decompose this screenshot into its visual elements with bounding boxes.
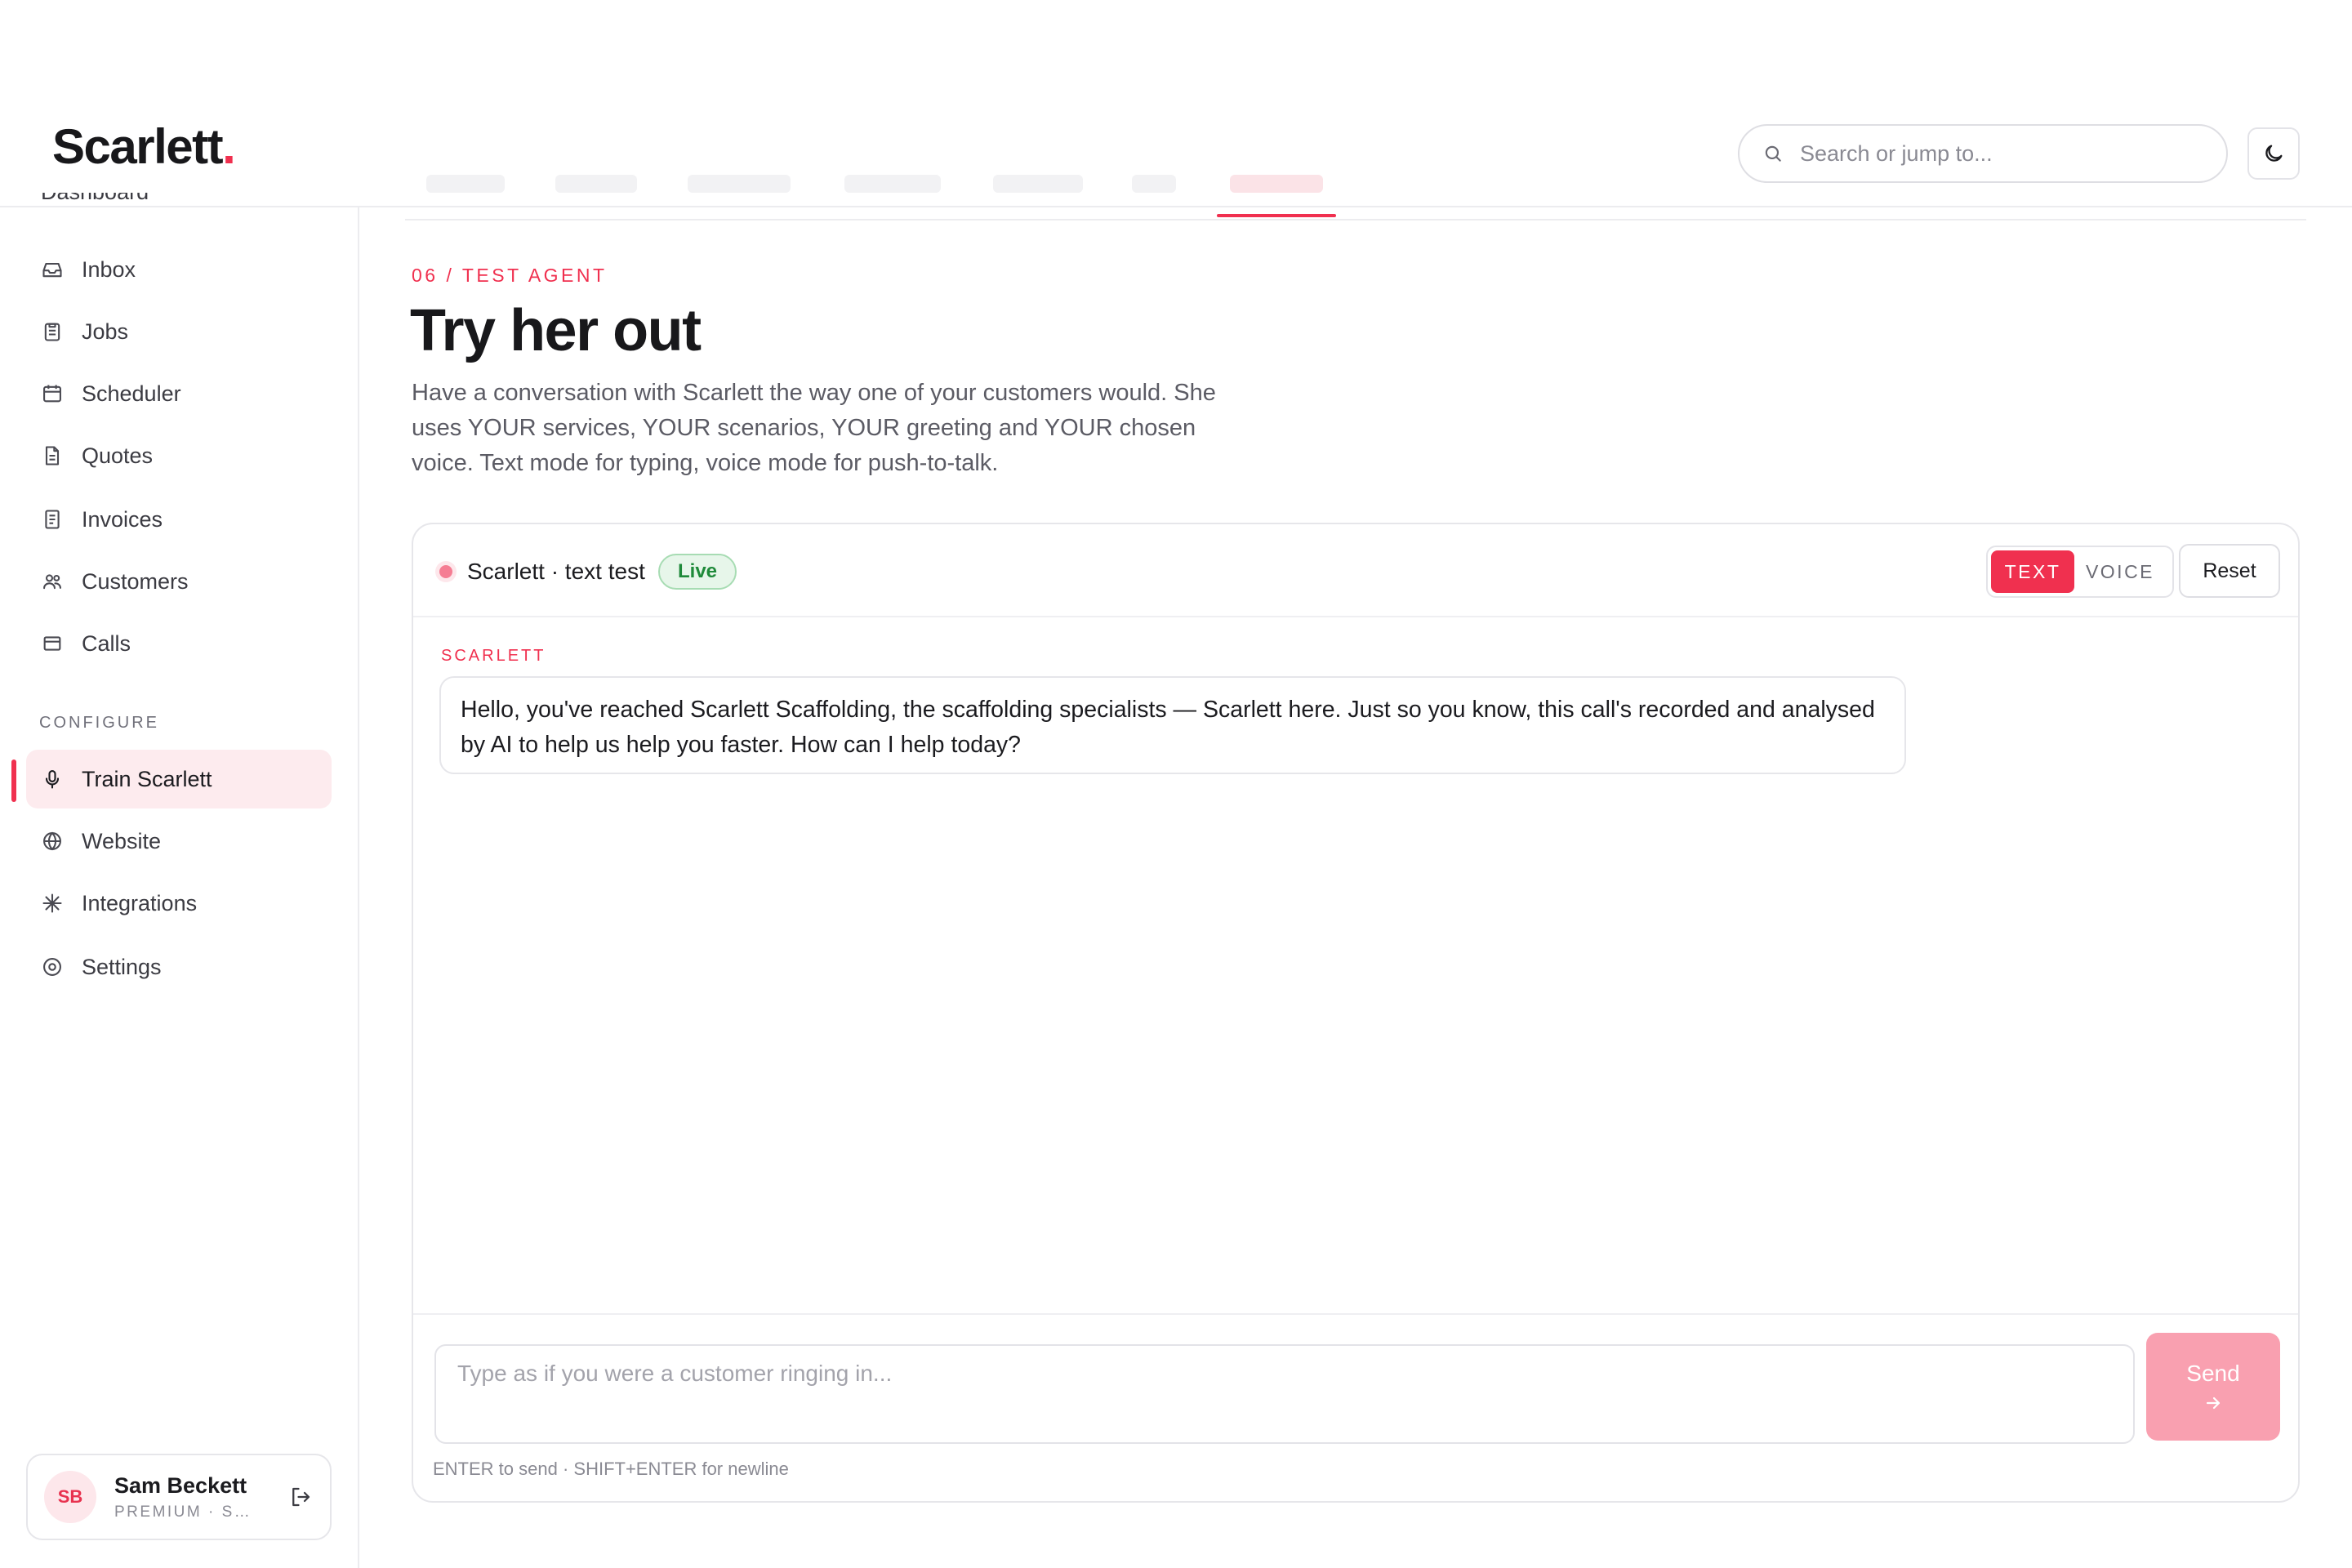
globe-icon [43,831,61,851]
sidebar-item-website[interactable]: Website [26,812,332,871]
sidebar-item-calls[interactable]: Calls [26,614,332,673]
sidebar-item-inbox[interactable]: Inbox [26,240,332,299]
message-input[interactable] [434,1344,2135,1444]
avatar: SB [44,1471,96,1523]
sidebar-item-quotes[interactable]: Quotes [26,426,332,485]
card-icon [43,636,61,651]
sidebar-item-label: Scheduler [82,381,181,406]
clipboard-icon [44,323,60,341]
sidebar-item-scheduler[interactable]: Scheduler [26,364,332,423]
logout-icon [292,1487,310,1507]
search-input[interactable] [1800,140,2192,167]
tab-ghost[interactable] [688,175,791,193]
microphone-icon [45,770,60,789]
status-badge: Live [658,554,737,590]
sidebar-item-customers[interactable]: Customers [26,552,332,611]
message-sender-label: SCARLETT [441,647,546,665]
logout-button[interactable] [284,1481,317,1513]
sidebar-item-label: Settings [82,954,162,979]
tab-active-indicator [1217,214,1336,217]
sidebar-item-label: Jobs [82,318,129,344]
tab-ghost[interactable] [1132,175,1176,193]
user-info: Sam Beckett PREMIUM · S... [114,1473,261,1521]
sidebar-item-label: Integrations [82,890,198,915]
page-description: Have a conversation with Scarlett the wa… [412,380,1216,476]
section-tabs [405,163,2306,220]
session-title: Scarlett · text test [467,559,645,584]
brand-logo[interactable]: Scarlett. [52,119,236,174]
sidebar-item-label: Invoices [82,506,163,532]
sidebar-item-label: Quotes [82,443,154,468]
sidebar-item-label: Customers [82,568,189,594]
test-chat-panel: Scarlett · text test Live TEXT VOICE Res… [412,523,2300,1503]
mode-toggle: TEXT VOICE [1986,546,2174,598]
sidebar-item-settings[interactable]: Settings [26,938,332,996]
users-icon [43,574,61,590]
send-button[interactable]: Send [2146,1333,2280,1441]
status-dot-icon [439,565,452,578]
reset-button[interactable]: Reset [2179,544,2280,598]
sidebar-item-train-scarlett[interactable]: Train Scarlett [26,750,332,808]
send-button-label: Send [2186,1361,2240,1386]
tab-ghost[interactable] [426,175,505,193]
sidebar-item-invoices[interactable]: Invoices [26,490,332,549]
tab-test-agent[interactable] [1230,175,1323,193]
section-eyebrow: 06 / TEST AGENT [412,265,608,286]
sidebar: Dashboard Inbox Jobs Scheduler Quotes In… [0,193,359,1568]
tab-ghost[interactable] [844,175,941,193]
brand-dot: . [222,119,236,174]
sidebar-item-integrations[interactable]: Integrations [26,874,332,933]
sidebar-item-jobs[interactable]: Jobs [26,302,332,361]
sidebar-item-label: Website [82,828,162,853]
chat-header: Scarlett · text test Live TEXT VOICE Res… [413,524,2298,617]
composer-hint: ENTER to send · SHIFT+ENTER for newline [433,1459,789,1479]
receipt-icon [45,510,60,529]
agent-message-bubble: Hello, you've reached Scarlett Scaffoldi… [439,676,1906,774]
document-icon [45,446,60,466]
sidebar-item-label: Train Scarlett [82,766,212,791]
sidebar-item-label: Inbox [82,256,136,282]
user-name: Sam Beckett [114,1472,247,1498]
tab-ghost[interactable] [993,175,1083,193]
brand-name: Scarlett [52,119,224,174]
inbox-icon [42,262,62,278]
sparkle-icon [42,893,62,913]
user-card[interactable]: SB Sam Beckett PREMIUM · S... [26,1454,332,1540]
mode-text-button[interactable]: TEXT [1991,550,2074,593]
arrow-right-icon [2206,1396,2221,1410]
moon-icon [2265,145,2283,162]
calendar-icon [43,385,61,403]
page-title: Try her out [410,298,702,363]
sidebar-active-indicator [11,760,16,802]
user-plan: PREMIUM · S... [114,1503,253,1521]
composer-divider [413,1313,2298,1315]
mode-voice-button[interactable]: VOICE [2074,550,2166,593]
search-icon [1765,145,1781,162]
sidebar-item-dashboard[interactable]: Dashboard [41,193,149,211]
sidebar-item-label: Calls [82,630,131,656]
tab-ghost[interactable] [555,175,637,193]
settings-icon [43,958,61,976]
sidebar-section-configure: CONFIGURE [39,714,159,732]
